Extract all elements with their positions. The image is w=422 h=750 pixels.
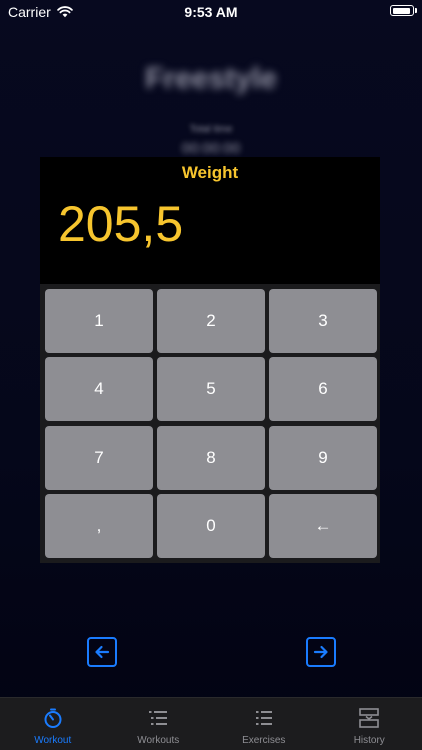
keypad-title: Weight xyxy=(181,163,239,182)
key-9[interactable]: 9 xyxy=(269,426,377,490)
tab-exercises[interactable]: Exercises xyxy=(211,698,317,750)
app-screen: Carrier 9:53 AM Freestyle Total time 00:… xyxy=(0,0,422,750)
arrow-left-icon xyxy=(95,645,110,659)
stopwatch-icon xyxy=(44,708,62,728)
status-time: 9:53 AM xyxy=(184,4,238,20)
key-7[interactable]: 7 xyxy=(45,426,153,490)
key-4[interactable]: 4 xyxy=(45,357,153,421)
previous-button[interactable] xyxy=(87,637,117,667)
tab-exercises-label: Exercises xyxy=(242,735,286,746)
tab-history-label: History xyxy=(353,735,385,746)
tab-history[interactable]: History xyxy=(317,698,422,750)
key-2[interactable]: 2 xyxy=(157,289,265,353)
key-6[interactable]: 6 xyxy=(269,357,377,421)
keypad-value-display: 205,5 xyxy=(58,196,184,252)
total-time-label: Total time xyxy=(189,124,233,135)
next-button[interactable] xyxy=(306,637,336,667)
key-8[interactable]: 8 xyxy=(157,426,265,490)
list-icon xyxy=(149,711,168,725)
workout-title: Freestyle xyxy=(145,62,277,95)
tab-workouts[interactable]: Workouts xyxy=(106,698,212,750)
key-backspace[interactable]: ← xyxy=(269,494,377,558)
status-bar: Carrier 9:53 AM xyxy=(0,0,422,24)
keypad-keys: 1 2 3 4 5 6 7 8 9 , 0 ← xyxy=(40,284,380,563)
tab-workout[interactable]: Workout xyxy=(0,698,106,750)
list-icon xyxy=(255,711,272,725)
battery-icon xyxy=(390,5,417,16)
total-time-value: 00:00:00 xyxy=(181,140,241,157)
key-decimal-comma[interactable]: , xyxy=(45,494,153,558)
key-3[interactable]: 3 xyxy=(269,289,377,353)
weight-keypad: Weight 205,5 1 2 3 4 5 6 7 8 9 , 0 ← xyxy=(40,157,380,563)
tab-workouts-label: Workouts xyxy=(137,735,180,746)
arrow-right-icon xyxy=(313,645,328,659)
tab-workout-label: Workout xyxy=(34,735,72,746)
key-1[interactable]: 1 xyxy=(45,289,153,353)
tab-bar: Workout Workouts Exercises History xyxy=(0,697,422,750)
key-0[interactable]: 0 xyxy=(157,494,265,558)
key-5[interactable]: 5 xyxy=(157,357,265,421)
history-icon xyxy=(359,708,380,728)
